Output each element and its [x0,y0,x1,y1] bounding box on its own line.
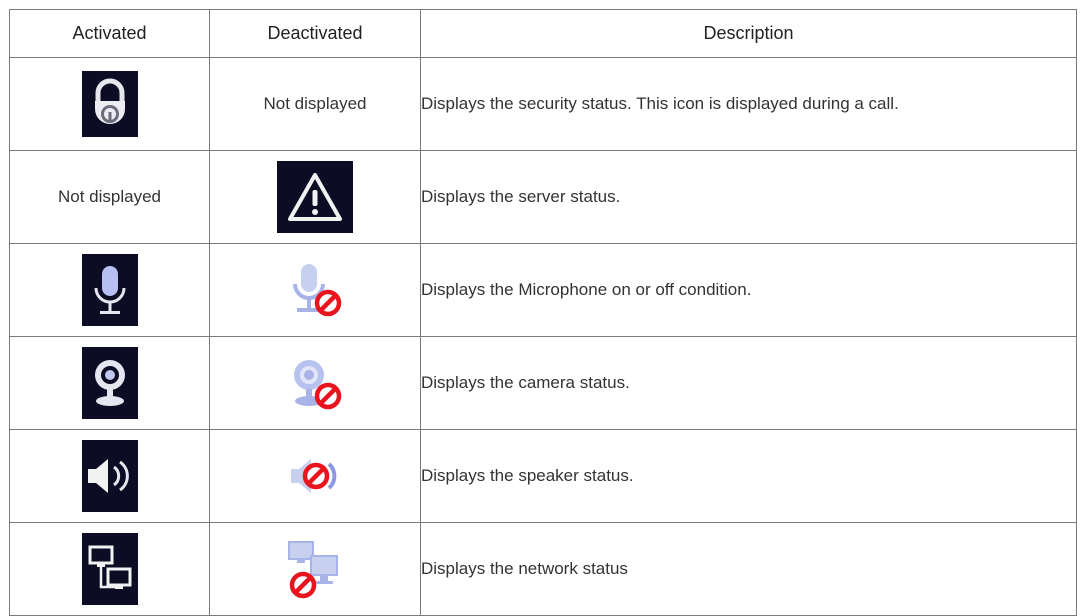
cell-description: Displays the camera status. [420,336,1077,430]
padlock-icon [81,71,138,137]
cell-deactivated [209,429,421,523]
table-row-speaker: Displays the speaker status. [9,429,1077,523]
cell-deactivated [209,150,421,244]
cell-deactivated [209,243,421,337]
cell-activated: Not displayed [9,150,210,244]
cell-activated [9,243,210,337]
microphone-icon [81,254,138,326]
cell-activated [9,57,210,151]
cell-activated [9,429,210,523]
header-description: Description [420,9,1077,58]
header-activated: Activated [9,9,210,58]
table-row-camera: Displays the camera status. [9,336,1077,430]
header-deactivated: Deactivated [209,9,421,58]
speaker-off-icon [285,446,345,506]
camera-icon [81,347,138,419]
status-icon-table: Activated Deactivated Description Not di… [9,9,1077,616]
table-row-server: Not displayed Displays the server status… [9,150,1077,244]
microphone-off-icon [285,260,345,320]
cell-activated [9,336,210,430]
table-row-network: Displays the network status [9,522,1077,616]
warning-triangle-icon [277,161,353,233]
cell-activated [9,522,210,616]
cell-deactivated [209,336,421,430]
camera-off-icon [285,353,345,413]
table-row-security: Not displayed Displays the security stat… [9,57,1077,151]
cell-description: Displays the Microphone on or off condit… [420,243,1077,337]
speaker-icon [81,440,138,512]
cell-deactivated: Not displayed [209,57,421,151]
network-off-icon [283,538,347,600]
network-icon [81,533,138,605]
table-row-microphone: Displays the Microphone on or off condit… [9,243,1077,337]
cell-description: Displays the network status [420,522,1077,616]
cell-deactivated [209,522,421,616]
cell-description: Displays the server status. [420,150,1077,244]
table-header-row: Activated Deactivated Description [9,9,1077,58]
cell-description: Displays the speaker status. [420,429,1077,523]
cell-description: Displays the security status. This icon … [420,57,1077,151]
